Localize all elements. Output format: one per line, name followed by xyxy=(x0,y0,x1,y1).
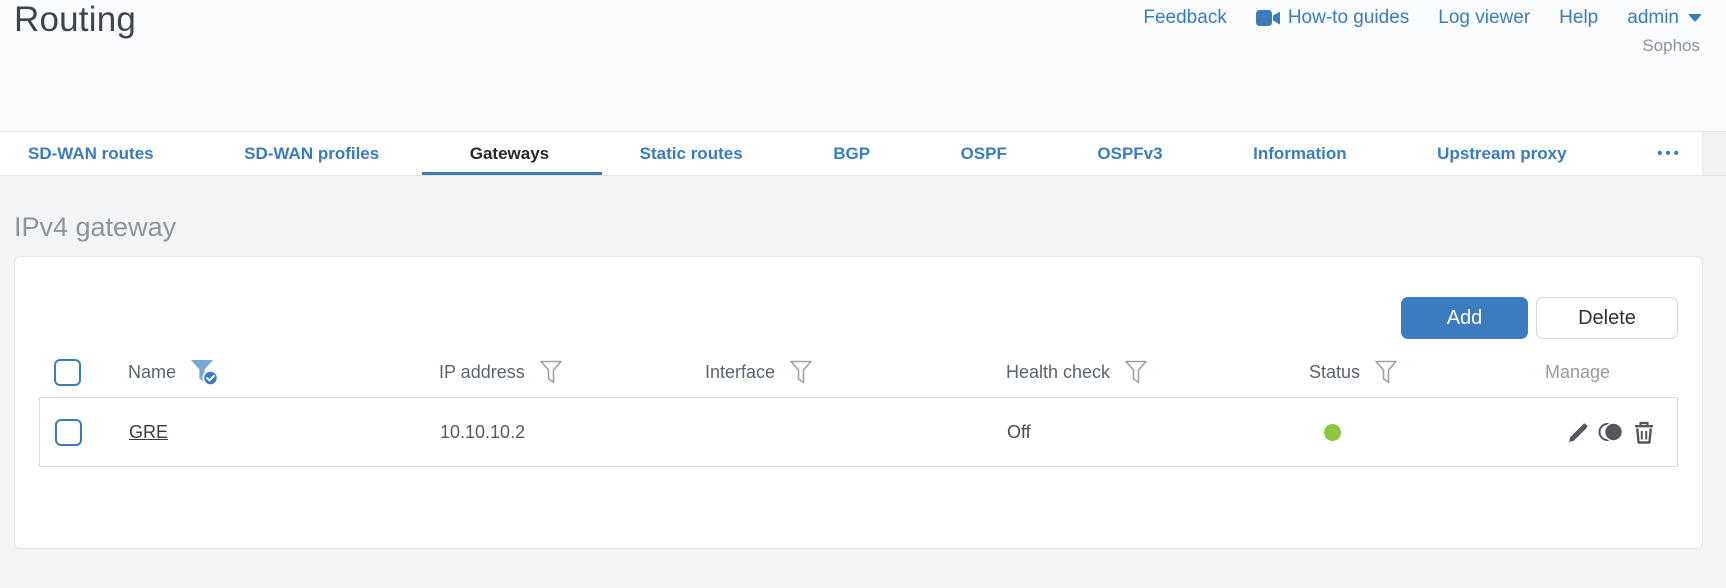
name-filter-active-icon[interactable] xyxy=(190,359,220,386)
column-interface-label: Interface xyxy=(705,361,776,382)
tab-static-routes[interactable]: Static routes xyxy=(640,132,743,175)
row-checkbox[interactable] xyxy=(55,418,82,446)
column-manage-label: Manage xyxy=(1545,361,1611,382)
tab-sdwan-profiles[interactable]: SD-WAN profiles xyxy=(244,132,379,175)
table-header: Name IP address Interface Health check S… xyxy=(15,347,1702,397)
row-ip-cell: 10.10.10.2 xyxy=(440,421,526,442)
tab-gateways[interactable]: Gateways xyxy=(421,132,603,175)
tab-ospfv3[interactable]: OSPFv3 xyxy=(1097,132,1162,175)
add-button[interactable]: Add xyxy=(1401,297,1528,339)
tab-ospf[interactable]: OSPF xyxy=(961,132,1007,175)
gateway-card: Add Delete Name IP address Interface Hea… xyxy=(14,256,1703,549)
row-manage-cell xyxy=(1546,421,1677,444)
page-header: Routing Feedback How-to guides Log viewe… xyxy=(0,0,1726,131)
column-status-label: Status xyxy=(1309,361,1361,382)
brand-label: Sophos xyxy=(1642,36,1700,55)
health-check-filter-icon[interactable] xyxy=(1124,360,1148,385)
how-to-guides-link[interactable]: How-to guides xyxy=(1255,7,1410,29)
row-status-cell xyxy=(1310,423,1546,441)
tab-information[interactable]: Information xyxy=(1253,132,1347,175)
help-label: Help xyxy=(1559,7,1599,28)
column-status: Status xyxy=(1309,360,1545,385)
page-title: Routing xyxy=(14,0,137,39)
table-body: GRE 10.10.10.2 Off xyxy=(39,397,1678,467)
tab-bgp[interactable]: BGP xyxy=(833,132,870,175)
interface-filter-icon[interactable] xyxy=(789,360,813,385)
log-viewer-label: Log viewer xyxy=(1438,7,1531,28)
header-checkbox-cell xyxy=(54,358,128,386)
row-health-check-cell: Off xyxy=(1007,421,1031,442)
status-up-indicator xyxy=(1324,423,1341,441)
column-ip-address-label: IP address xyxy=(439,361,525,382)
delete-button[interactable]: Delete xyxy=(1536,297,1678,339)
column-ip-address: IP address xyxy=(439,360,705,385)
clone-icon[interactable] xyxy=(1598,421,1624,443)
gateway-name-link[interactable]: GRE xyxy=(129,422,168,442)
select-all-checkbox[interactable] xyxy=(54,358,81,386)
tabbar: SD-WAN routes SD-WAN profiles Gateways S… xyxy=(0,132,1703,175)
delete-icon[interactable] xyxy=(1633,421,1655,444)
user-label: admin xyxy=(1627,7,1679,28)
more-tabs-button[interactable]: ••• xyxy=(1657,132,1682,175)
table-row: GRE 10.10.10.2 Off xyxy=(40,398,1677,466)
section-heading: IPv4 gateway xyxy=(14,212,177,242)
row-name-cell: GRE xyxy=(129,422,440,443)
column-health-check: Health check xyxy=(1006,360,1309,385)
routing-page: Routing Feedback How-to guides Log viewe… xyxy=(0,0,1726,588)
status-filter-icon[interactable] xyxy=(1374,360,1398,385)
user-menu[interactable]: admin xyxy=(1627,7,1702,29)
feedback-link[interactable]: Feedback xyxy=(1143,7,1226,29)
edit-icon[interactable] xyxy=(1568,422,1589,443)
tabs: SD-WAN routes SD-WAN profiles Gateways S… xyxy=(28,132,1682,175)
tabbar-wrap: SD-WAN routes SD-WAN profiles Gateways S… xyxy=(0,131,1726,176)
column-name: Name xyxy=(128,359,439,386)
chevron-down-icon xyxy=(1688,14,1702,22)
how-to-guides-label: How-to guides xyxy=(1287,7,1410,28)
column-interface: Interface xyxy=(705,360,1006,385)
top-nav: Feedback How-to guides Log viewer Help a… xyxy=(1143,7,1702,29)
column-manage: Manage xyxy=(1545,362,1702,383)
column-name-label: Name xyxy=(128,361,177,382)
feedback-label: Feedback xyxy=(1143,7,1227,28)
ip-address-filter-icon[interactable] xyxy=(539,360,563,385)
log-viewer-link[interactable]: Log viewer xyxy=(1438,7,1530,29)
video-camera-icon xyxy=(1255,9,1281,27)
toolbar: Add Delete xyxy=(15,257,1702,339)
help-link[interactable]: Help xyxy=(1559,7,1598,29)
row-checkbox-cell xyxy=(55,418,129,446)
column-health-check-label: Health check xyxy=(1006,361,1111,382)
tab-upstream-proxy[interactable]: Upstream proxy xyxy=(1437,132,1566,175)
tab-sdwan-routes[interactable]: SD-WAN routes xyxy=(28,132,154,175)
